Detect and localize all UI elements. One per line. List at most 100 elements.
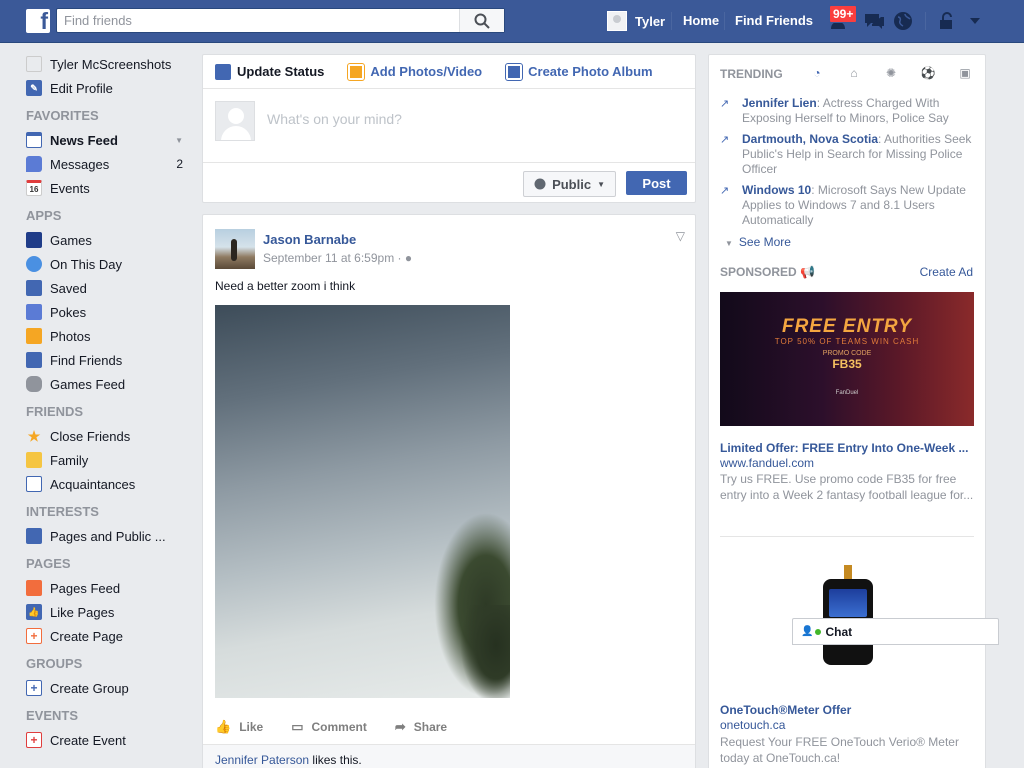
section-events[interactable]: EVENTS	[26, 708, 191, 724]
trend-topic[interactable]: Windows 10	[742, 183, 811, 197]
messages-button[interactable]	[862, 10, 886, 32]
sidebar-item-label: Create Page	[50, 628, 123, 644]
ad-url[interactable]: www.fanduel.com	[720, 456, 814, 470]
post-actions: 👍 Like ▭ Comment ➦ Share	[215, 717, 685, 737]
sidebar-item-label: Games	[50, 232, 92, 248]
sidebar-item-create-group[interactable]: + Create Group	[26, 676, 191, 700]
notifications-button[interactable]	[892, 10, 914, 32]
search-button[interactable]	[459, 9, 504, 32]
sidebar-item-news-feed[interactable]: News Feed ▼	[26, 128, 191, 152]
sidebar-item-label: Acquaintances	[50, 476, 136, 492]
nav-profile[interactable]: Tyler McScreenshots	[26, 52, 191, 76]
pencil-icon	[215, 63, 231, 80]
sidebar-item-label: Create Event	[50, 732, 126, 748]
ad-title[interactable]: OneTouch®Meter Offer	[720, 703, 851, 717]
section-apps[interactable]: APPS	[26, 208, 191, 224]
sidebar-item-pages-public[interactable]: Pages and Public ...	[26, 524, 191, 548]
ad-title[interactable]: Limited Offer: FREE Entry Into One-Week …	[720, 441, 974, 455]
sidebar-item-label: Games Feed	[50, 376, 126, 392]
sidebar-item-games-feed[interactable]: Games Feed	[26, 372, 191, 396]
sidebar-item-pages-feed[interactable]: Pages Feed	[26, 576, 191, 600]
sidebar-item-like-pages[interactable]: 👍 Like Pages	[26, 600, 191, 624]
create-ad-link[interactable]: Create Ad	[920, 265, 973, 279]
plus-icon: +	[26, 732, 42, 748]
tab-create-album[interactable]: Create Photo Album	[505, 62, 653, 81]
sidebar-item-messages[interactable]: Messages 2	[26, 152, 191, 176]
science-icon[interactable]: ✺	[879, 65, 903, 81]
news-feed-options-icon[interactable]: ▼	[175, 136, 183, 145]
section-interests[interactable]: INTERESTS	[26, 504, 191, 520]
sidebar-item-label: Events	[50, 180, 90, 196]
facebook-logo[interactable]: f	[26, 8, 50, 34]
profile-link[interactable]: Tyler	[607, 11, 665, 31]
author-avatar[interactable]	[215, 229, 255, 269]
chevron-down-icon: ▼	[725, 239, 733, 248]
sidebar-item-label: On This Day	[50, 256, 123, 272]
trend-topic[interactable]: Dartmouth, Nova Scotia	[742, 132, 878, 146]
entertainment-icon[interactable]: ▣	[953, 65, 977, 81]
sidebar-item-create-page[interactable]: + Create Page	[26, 624, 191, 648]
search-input[interactable]	[57, 9, 459, 32]
poke-icon	[26, 304, 42, 320]
author-name[interactable]: Jason Barnabe	[263, 232, 356, 247]
section-favorites[interactable]: FAVORITES	[26, 108, 191, 124]
globe-icon	[894, 12, 912, 30]
privacy-label: Public	[552, 176, 592, 192]
sidebar-item-find-friends[interactable]: Find Friends	[26, 348, 191, 372]
privacy-selector[interactable]: Public ▼	[523, 171, 616, 197]
post-timestamp[interactable]: September 11 at 6:59pm · ●	[263, 251, 412, 265]
section-groups[interactable]: GROUPS	[26, 656, 191, 672]
divider	[720, 536, 974, 537]
section-pages[interactable]: PAGES	[26, 556, 191, 572]
search-bar	[56, 8, 505, 33]
sports-icon[interactable]: ⚽	[916, 65, 940, 81]
pages-public-icon	[26, 528, 42, 544]
ad-image-meter[interactable]	[823, 565, 873, 665]
sidebar-item-close-friends[interactable]: ★ Close Friends	[26, 424, 191, 448]
photos-icon	[26, 328, 42, 344]
ad-image-sub: TOP 50% OF TEAMS WIN CASH	[774, 337, 920, 346]
ad-image[interactable]: FREE ENTRY TOP 50% OF TEAMS WIN CASH PRO…	[720, 292, 974, 426]
status-input[interactable]: What's on your mind?	[267, 111, 402, 127]
trending-item[interactable]: ↗ Jennifer Lien: Actress Charged With Exp…	[720, 96, 975, 126]
post-photo[interactable]	[215, 305, 510, 698]
tab-add-photos[interactable]: Add Photos/Video	[347, 62, 482, 81]
thumbs-up-icon: 👍	[215, 719, 232, 734]
trend-topic[interactable]: Jennifer Lien	[742, 96, 817, 110]
find-friends-link[interactable]: Find Friends	[735, 13, 813, 28]
trending-item[interactable]: ↗ Windows 10: Microsoft Says New Update A…	[720, 183, 975, 228]
trending-item[interactable]: ↗ Dartmouth, Nova Scotia: Authorities See…	[720, 132, 975, 177]
like-button[interactable]: 👍 Like	[215, 717, 263, 737]
plus-icon: +	[26, 680, 42, 696]
composer-footer: Public ▼ Post	[203, 164, 695, 204]
sidebar-item-acquaintances[interactable]: Acquaintances	[26, 472, 191, 496]
chevron-down-icon	[970, 18, 980, 24]
post-text: Need a better zoom i think	[215, 279, 356, 293]
sidebar-item-pokes[interactable]: Pokes	[26, 300, 191, 324]
section-friends[interactable]: FRIENDS	[26, 404, 191, 420]
account-menu-button[interactable]	[966, 10, 984, 32]
chat-bar[interactable]: 👤 Chat	[792, 618, 999, 645]
comment-button[interactable]: ▭ Comment	[291, 717, 367, 737]
trending-top-icon[interactable]: ◔	[805, 65, 829, 81]
share-button[interactable]: ➦ Share	[395, 717, 447, 737]
sidebar-item-events[interactable]: 16 Events	[26, 176, 191, 200]
privacy-shortcuts-button[interactable]	[937, 10, 957, 32]
sidebar-item-family[interactable]: Family	[26, 448, 191, 472]
sidebar-item-on-this-day[interactable]: On This Day	[26, 252, 191, 276]
controller-icon	[26, 376, 42, 392]
post-button[interactable]: Post	[626, 171, 687, 195]
sidebar-item-saved[interactable]: Saved	[26, 276, 191, 300]
home-link[interactable]: Home	[683, 13, 719, 28]
liker-link[interactable]: Jennifer Paterson	[215, 753, 309, 767]
post-options-chevron-icon[interactable]: ▽	[676, 229, 685, 243]
see-more-link[interactable]: ▼ See More	[725, 235, 791, 249]
ad-url[interactable]: onetouch.ca	[720, 718, 785, 732]
tab-update-status[interactable]: Update Status	[215, 63, 324, 80]
nav-edit-profile-label: Edit Profile	[50, 80, 113, 96]
politics-icon[interactable]: ⌂	[842, 65, 866, 81]
sidebar-item-create-event[interactable]: + Create Event	[26, 728, 191, 752]
sidebar-item-photos[interactable]: Photos	[26, 324, 191, 348]
nav-edit-profile[interactable]: ✎ Edit Profile	[26, 76, 191, 100]
sidebar-item-games[interactable]: Games	[26, 228, 191, 252]
